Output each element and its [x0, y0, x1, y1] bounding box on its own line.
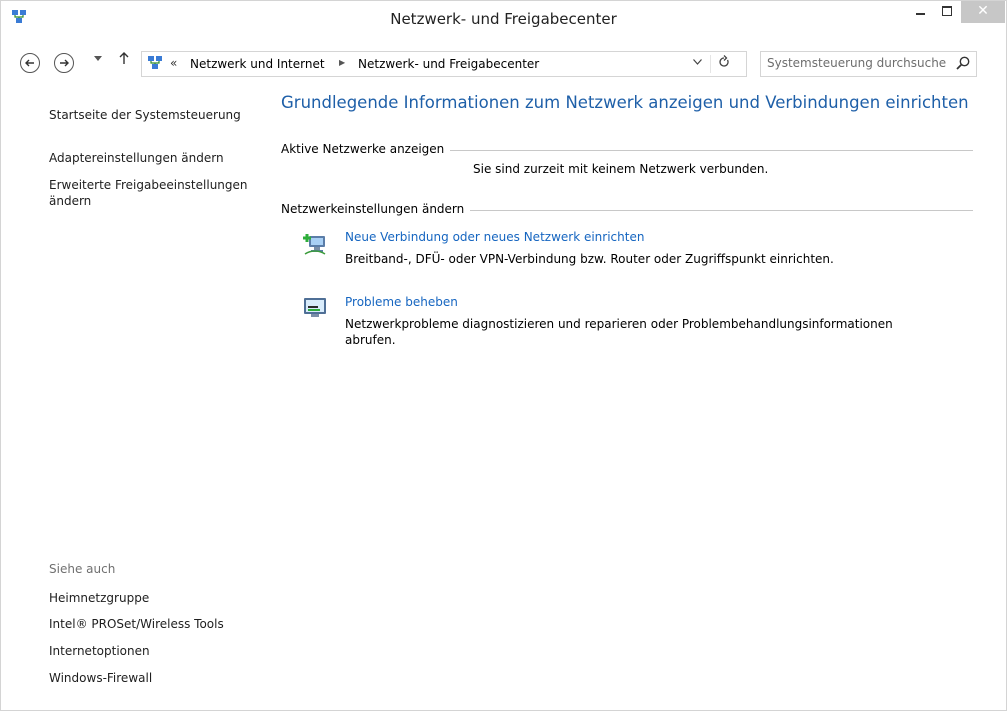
task-new-connection: Neue Verbindung oder neues Netzwerk einr…: [301, 230, 961, 270]
task-pane: Startseite der Systemsteuerung Adapterei…: [1, 81, 261, 709]
task-troubleshoot: Probleme beheben Netzwerkprobleme diagno…: [301, 295, 961, 355]
close-button[interactable]: ✕: [961, 1, 1005, 23]
new-connection-icon: [303, 234, 326, 255]
navigation-bar: « Netzwerk und Internet ▶ Netzwerk- und …: [1, 49, 1006, 79]
back-arrow-icon: [25, 59, 34, 67]
search-icon[interactable]: [955, 55, 971, 71]
minimize-button[interactable]: [906, 1, 934, 23]
window: Netzwerk- und Freigabecenter ✕ « Netzwer…: [0, 0, 1007, 711]
address-history-button[interactable]: [693, 57, 702, 68]
search-input[interactable]: [767, 55, 947, 71]
recent-locations-dropdown[interactable]: [94, 55, 102, 65]
see-also-firewall-link[interactable]: Windows-Firewall: [49, 671, 152, 685]
active-networks-section: Aktive Netzwerke anzeigen Sie sind zurze…: [281, 142, 973, 182]
search-box[interactable]: [760, 51, 977, 77]
breadcrumb-overflow-button[interactable]: «: [170, 56, 177, 70]
network-location-icon: [148, 56, 162, 69]
page-title: Grundlegende Informationen zum Netzwerk …: [281, 93, 969, 112]
advanced-sharing-settings-link[interactable]: Erweiterte Freigabeeinstellungen ändern: [49, 177, 249, 209]
breadcrumb-chevron-icon[interactable]: ▶: [339, 58, 345, 67]
active-networks-heading: Aktive Netzwerke anzeigen: [281, 142, 451, 156]
troubleshoot-link[interactable]: Probleme beheben: [345, 295, 458, 309]
title-bar[interactable]: Netzwerk- und Freigabecenter ✕: [1, 1, 1006, 37]
close-icon: ✕: [977, 3, 989, 19]
change-settings-heading: Netzwerkeinstellungen ändern: [281, 202, 471, 216]
see-also-internet-options-link[interactable]: Internetoptionen: [49, 644, 150, 658]
troubleshoot-description: Netzwerkprobleme diagnostizieren und rep…: [345, 317, 893, 347]
refresh-icon: [719, 55, 729, 67]
forward-arrow-icon: [60, 59, 69, 67]
up-button[interactable]: [118, 51, 130, 69]
troubleshoot-icon: [304, 298, 326, 317]
breadcrumb-network-internet[interactable]: Netzwerk und Internet: [190, 57, 325, 71]
change-settings-section: Netzwerkeinstellungen ändern Neue Verbin…: [281, 202, 973, 362]
address-divider: [710, 55, 711, 73]
chevron-down-icon: [94, 56, 102, 61]
breadcrumb-current[interactable]: Netzwerk- und Freigabecenter: [358, 57, 539, 71]
chevron-down-icon: [693, 59, 702, 65]
maximize-button[interactable]: [934, 1, 960, 23]
see-also-intel-proset-link[interactable]: Intel® PROSet/Wireless Tools: [49, 617, 224, 631]
address-bar[interactable]: « Netzwerk und Internet ▶ Netzwerk- und …: [141, 51, 747, 77]
refresh-button[interactable]: [718, 55, 730, 73]
see-also-homegroup-link[interactable]: Heimnetzgruppe: [49, 591, 149, 605]
forward-button[interactable]: [54, 53, 74, 73]
see-also-heading: Siehe auch: [49, 562, 116, 576]
control-panel-home-link[interactable]: Startseite der Systemsteuerung: [49, 107, 241, 123]
window-title: Netzwerk- und Freigabecenter: [390, 10, 617, 28]
back-button[interactable]: [20, 53, 40, 73]
new-connection-description: Breitband-, DFÜ- oder VPN-Verbindung bzw…: [345, 252, 834, 266]
adapter-settings-link[interactable]: Adaptereinstellungen ändern: [49, 150, 224, 166]
network-status-text: Sie sind zurzeit mit keinem Netzwerk ver…: [473, 162, 769, 176]
up-arrow-icon: [119, 52, 129, 64]
new-connection-link[interactable]: Neue Verbindung oder neues Netzwerk einr…: [345, 230, 644, 244]
